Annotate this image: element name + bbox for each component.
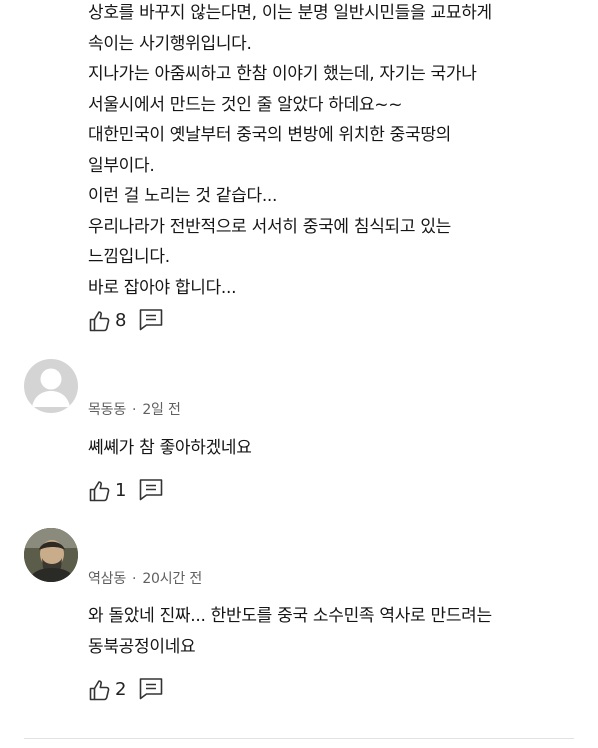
comment-thread: 상호를 바꾸지 않는다면, 이는 분명 일반시민들을 교묘하게 속이는 사기행위…	[0, 0, 598, 748]
like-count: 1	[115, 480, 127, 501]
comment-line: 쎼쎼가 참 좋아하겠네요	[88, 438, 252, 458]
comment-line: 느낌입니다.	[88, 247, 170, 267]
comment-body: 쎼쎼가 참 좋아하겠네요	[88, 433, 252, 464]
comment-line: 바로 잡아야 합니다...	[88, 277, 237, 298]
divider	[24, 738, 574, 739]
comment-body: 와 돌았네 진짜... 한반도를 중국 소수민족 역사로 만드려는 동북공정이네…	[88, 601, 492, 662]
thumbs-up-icon	[88, 678, 112, 702]
avatar[interactable]	[24, 359, 78, 413]
like-count: 8	[115, 310, 127, 331]
comment-line: 대한민국이 옛날부터 중국의 변방에 위치한 중국땅의	[88, 125, 451, 145]
default-avatar-icon	[24, 368, 78, 413]
comment-actions: 1	[88, 478, 164, 504]
author-name[interactable]: 역삼동	[88, 571, 126, 587]
comment-meta: 목동동 · 2일 전	[88, 399, 181, 419]
photo-avatar-icon	[24, 528, 78, 582]
comment-line: 동북공정이네요	[88, 636, 196, 657]
reply-button[interactable]	[138, 676, 164, 704]
thumbs-up-icon	[88, 309, 112, 333]
like-count: 2	[115, 679, 127, 700]
reply-button[interactable]	[138, 307, 164, 335]
comment-line: 서울시에서 만드는 것인 줄 알았다 하데요~~	[88, 94, 403, 115]
comment-time: 2일 전	[142, 402, 181, 418]
comment-line: 지나가는 아줌씨하고 한참 이야기 했는데, 자기는 국가나	[88, 64, 477, 84]
reply-comment-icon	[138, 307, 164, 335]
like-button[interactable]: 1	[88, 479, 126, 503]
comment-line: 이런 걸 노리는 것 같습다...	[88, 186, 278, 206]
comment-line: 속이는 사기행위입니다.	[88, 33, 252, 54]
comment-time: 20시간 전	[142, 571, 203, 587]
meta-separator: ·	[132, 402, 137, 418]
reply-comment-icon	[138, 477, 164, 505]
avatar[interactable]	[24, 528, 78, 582]
comment-line: 상호를 바꾸지 않는다면, 이는 분명 일반시민들을 교묘하게	[88, 3, 492, 23]
reply-comment-icon	[138, 676, 164, 704]
comment-actions: 2	[88, 677, 164, 703]
comment-line: 와 돌았네 진짜... 한반도를 중국 소수민족 역사로 만드려는	[88, 606, 492, 626]
like-button[interactable]: 8	[88, 309, 126, 333]
thumbs-up-icon	[88, 479, 112, 503]
reply-button[interactable]	[138, 477, 164, 505]
like-button[interactable]: 2	[88, 678, 126, 702]
author-name[interactable]: 목동동	[88, 402, 126, 418]
comment-line: 일부이다.	[88, 155, 155, 176]
comment-actions: 8	[88, 308, 164, 334]
meta-separator: ·	[132, 571, 137, 587]
comment-meta: 역삼동 · 20시간 전	[88, 568, 202, 588]
comment-line: 우리나라가 전반적으로 서서히 중국에 침식되고 있는	[88, 216, 451, 237]
comment-body: 상호를 바꾸지 않는다면, 이는 분명 일반시민들을 교묘하게 속이는 사기행위…	[88, 0, 492, 303]
